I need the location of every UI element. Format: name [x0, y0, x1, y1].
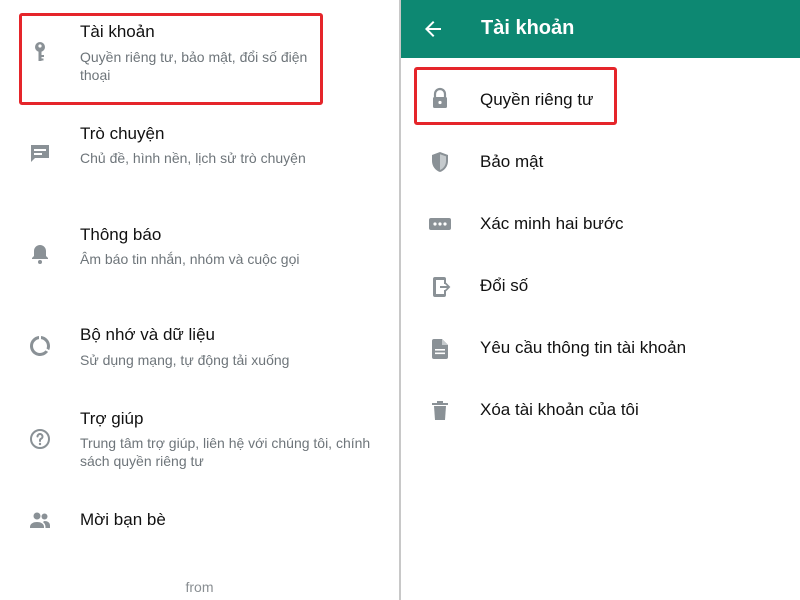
- lock-icon: [426, 85, 454, 113]
- settings-item-title: Trợ giúp: [80, 409, 144, 428]
- account-item-title: Quyền riêng tư: [480, 90, 594, 109]
- account-item-title: Bảo mật: [480, 152, 544, 171]
- settings-item-title: Mời bạn bè: [80, 510, 166, 529]
- settings-item-title: Thông báo: [80, 225, 162, 244]
- settings-item-subtitle: Quyền riêng tư, bảo mật, đổi số điện tho…: [80, 49, 308, 83]
- account-item-title: Đổi số: [480, 276, 529, 295]
- footer-from-label: from: [185, 579, 214, 595]
- account-item-title: Xác minh hai bước: [480, 214, 624, 233]
- settings-item-subtitle: Chủ đề, hình nền, lịch sử trò chuyện: [80, 150, 306, 166]
- back-arrow-icon[interactable]: [419, 15, 447, 43]
- settings-item-subtitle: Sử dụng mạng, tự động tải xuống: [80, 352, 290, 368]
- key-icon: [26, 38, 54, 66]
- account-item-title: Xóa tài khoản của tôi: [480, 400, 639, 419]
- settings-item-help[interactable]: Trợ giúp Trung tâm trợ giúp, liên hệ với…: [0, 400, 399, 500]
- help-icon: [26, 425, 54, 453]
- account-item-security[interactable]: Bảo mật: [401, 130, 800, 192]
- bell-icon: [26, 240, 54, 268]
- chat-icon: [26, 139, 54, 167]
- account-item-request-info[interactable]: Yêu cầu thông tin tài khoản: [401, 316, 800, 378]
- shield-icon: [426, 148, 454, 176]
- settings-item-title: Trò chuyện: [80, 124, 165, 143]
- app-bar: Tài khoản: [401, 0, 800, 58]
- dots-icon: [426, 210, 454, 238]
- app-bar-title: Tài khoản: [481, 17, 575, 39]
- settings-item-title: Tài khoản: [80, 22, 155, 41]
- settings-panel: Tài khoản Quyền riêng tư, bảo mật, đổi s…: [0, 0, 399, 600]
- settings-item-storage[interactable]: Bộ nhớ và dữ liệu Sử dụng mạng, tự động …: [0, 310, 399, 400]
- trash-icon: [426, 397, 454, 425]
- settings-item-invite[interactable]: Mời bạn bè: [0, 500, 399, 560]
- settings-item-notifications[interactable]: Thông báo Âm báo tin nhắn, nhóm và cuộc …: [0, 210, 399, 310]
- account-item-privacy[interactable]: Quyền riêng tư: [401, 68, 800, 130]
- settings-item-account[interactable]: Tài khoản Quyền riêng tư, bảo mật, đổi s…: [0, 0, 399, 110]
- phone-transfer-icon: [426, 273, 454, 301]
- settings-item-title: Bộ nhớ và dữ liệu: [80, 325, 215, 344]
- account-item-change-number[interactable]: Đổi số: [401, 254, 800, 316]
- document-icon: [426, 335, 454, 363]
- account-item-title: Yêu cầu thông tin tài khoản: [480, 338, 687, 357]
- people-icon: [26, 506, 54, 534]
- data-usage-icon: [26, 332, 54, 360]
- settings-item-chats[interactable]: Trò chuyện Chủ đề, hình nền, lịch sử trò…: [0, 110, 399, 210]
- settings-item-subtitle: Âm báo tin nhắn, nhóm và cuộc gọi: [80, 251, 300, 267]
- account-item-delete[interactable]: Xóa tài khoản của tôi: [401, 378, 800, 440]
- settings-item-subtitle: Trung tâm trợ giúp, liên hệ với chúng tô…: [80, 435, 371, 469]
- account-item-two-step[interactable]: Xác minh hai bước: [401, 192, 800, 254]
- account-panel: Tài khoản Quyền riêng tư Bảo mật Xác min…: [401, 0, 800, 600]
